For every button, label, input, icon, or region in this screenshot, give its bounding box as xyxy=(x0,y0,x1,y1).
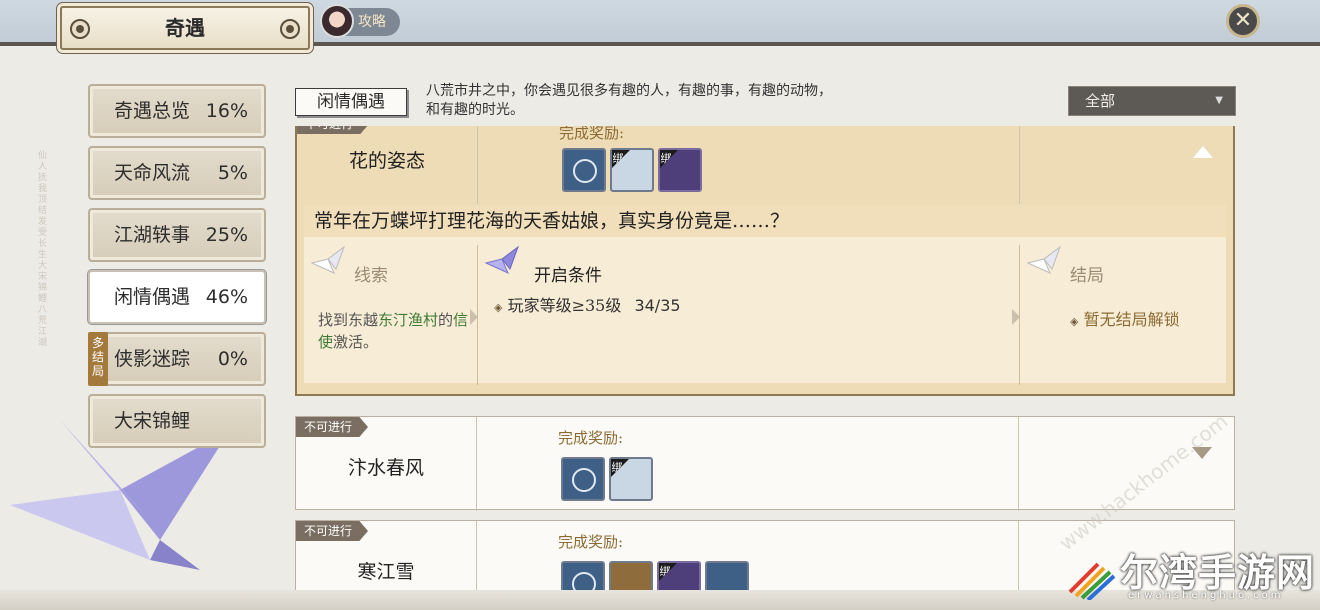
ending-text: 暂无结局解锁 xyxy=(1083,310,1180,329)
avatar xyxy=(320,4,354,38)
bullet-icon: ◈ xyxy=(1070,315,1079,328)
filter-dropdown[interactable]: 全部 ▼ xyxy=(1068,86,1236,116)
encounter-card[interactable]: 不可进行 花的姿态 完成奖励: 绑 绑 常年在万蝶坪打理花海的天香姑娘，真实身份… xyxy=(295,126,1235,396)
sidebar-item-overview[interactable]: 奇遇总览 16% xyxy=(88,84,266,138)
guide-label: 攻略 xyxy=(358,14,386,30)
sidebar-item-label: 大宋锦鲤 xyxy=(114,410,191,432)
bind-badge: 绑 xyxy=(660,150,678,168)
ornament-icon xyxy=(280,19,300,39)
condition-row: ◈ 玩家等级≥35级 34/35 xyxy=(494,295,681,319)
ending-heading: 结局 xyxy=(1070,266,1104,286)
reward-item[interactable] xyxy=(705,561,749,590)
divider xyxy=(476,417,477,511)
clue-part: 激活。 xyxy=(333,333,379,351)
divider xyxy=(1018,417,1019,511)
reward-item[interactable]: 绑 xyxy=(657,561,701,590)
clue-text: 找到东越东汀渔村的信使激活。 xyxy=(318,309,478,353)
encounter-name: 花的姿态 xyxy=(348,150,425,172)
reward-item[interactable] xyxy=(609,561,653,590)
sidebar-item-label: 侠影迷踪 xyxy=(114,348,191,370)
reward-items: 绑 绑 xyxy=(562,148,702,192)
encounter-name: 寒江雪 xyxy=(357,561,415,583)
status-tag: 不可进行 xyxy=(296,417,368,437)
sidebar-item-label: 奇遇总览 xyxy=(114,100,191,122)
clue-part: 找到东越 xyxy=(318,311,379,329)
condition-value: 34/35 xyxy=(634,296,681,315)
category-title: 闲情偶遇 xyxy=(295,88,407,116)
condition-text: 玩家等级≥35级 xyxy=(507,296,622,315)
watermark-logo-icon xyxy=(1068,562,1116,600)
sidebar-item-label: 天命风流 xyxy=(114,162,191,184)
jade-ring-icon xyxy=(573,159,597,183)
ending-row: ◈ 暂无结局解锁 xyxy=(1070,309,1180,333)
triangle-icon xyxy=(1012,309,1020,325)
sidebar-item-pct: 16% xyxy=(205,100,248,122)
sidebar-item-pct: 5% xyxy=(217,162,248,184)
reward-items: 绑 xyxy=(561,561,749,590)
filter-value: 全部 xyxy=(1085,92,1116,110)
watermark-text: 尔湾手游网 xyxy=(1120,550,1316,595)
ornament-icon xyxy=(70,19,90,39)
paper-crane-icon xyxy=(1026,245,1062,274)
chevron-down-icon: ▼ xyxy=(1215,95,1223,106)
close-button[interactable]: ✕ xyxy=(1226,4,1260,38)
bind-badge: 绑 xyxy=(659,563,677,581)
category-description: 八荒市井之中，你会遇见很多有趣的人，有趣的事，有趣的动物， 和有趣的时光。 xyxy=(426,82,946,120)
bind-badge: 绑 xyxy=(611,459,629,477)
divider xyxy=(1019,126,1020,204)
clue-location-link[interactable]: 东汀渔村 xyxy=(378,311,438,329)
status-tag: 不可进行 xyxy=(296,521,368,541)
triangle-icon xyxy=(470,309,478,325)
reward-label: 完成奖励: xyxy=(558,533,624,551)
clue-part: 的 xyxy=(438,311,454,329)
jade-ring-icon xyxy=(572,468,596,492)
encounter-card[interactable]: 不可进行 汴水春风 完成奖励: 绑 xyxy=(295,416,1235,511)
encounter-name: 汴水春风 xyxy=(347,457,424,479)
reward-items: 绑 xyxy=(561,457,653,501)
tab-qiyu[interactable]: 奇遇 xyxy=(60,6,310,50)
close-icon: ✕ xyxy=(1233,8,1253,33)
paper-crane-icon xyxy=(310,245,346,274)
sidebar-item-jianghu[interactable]: 江湖轶事 25% xyxy=(88,208,266,262)
divider xyxy=(476,521,477,590)
reward-item[interactable] xyxy=(561,457,605,501)
watermark: 尔湾手游网 erwanshenghuo.com xyxy=(1064,544,1320,608)
sidebar-item-label: 闲情偶遇 xyxy=(114,286,191,308)
desc-line: 八荒市井之中，你会遇见很多有趣的人，有趣的事，有趣的动物， xyxy=(426,83,832,99)
clue-heading: 线索 xyxy=(354,266,388,286)
tab-title: 奇遇 xyxy=(165,16,205,40)
encounter-detail: 常年在万蝶坪打理花海的天香姑娘，真实身份竟是……？ 线索 找到东越东汀渔村的信使… xyxy=(304,205,1226,385)
reward-label: 完成奖励: xyxy=(558,429,624,447)
sidebar-item-jinli[interactable]: 大宋锦鲤 xyxy=(88,394,266,448)
sidebar-item-label: 江湖轶事 xyxy=(114,224,191,246)
status-tag: 不可进行 xyxy=(297,126,369,134)
reward-item[interactable] xyxy=(561,561,605,590)
reward-item[interactable]: 绑 xyxy=(610,148,654,192)
reward-label: 完成奖励: xyxy=(559,126,625,142)
sidebar-item-xianqing[interactable]: 闲情偶遇 46% xyxy=(88,270,266,324)
sidebar-item-xiaying[interactable]: 侠影迷踪 0% xyxy=(88,332,266,386)
watermark-subtext: erwanshenghuo.com xyxy=(1128,590,1284,601)
multi-ending-badge: 多结局 xyxy=(88,332,108,386)
reward-item[interactable]: 绑 xyxy=(658,148,702,192)
reward-item[interactable] xyxy=(562,148,606,192)
collapse-arrow-icon[interactable] xyxy=(1193,146,1213,158)
sidebar-item-pct: 25% xyxy=(205,224,248,246)
condition-heading: 开启条件 xyxy=(534,266,602,286)
reward-item[interactable]: 绑 xyxy=(609,457,653,501)
divider xyxy=(1018,521,1019,590)
jade-ring-icon xyxy=(572,572,596,590)
guide-button[interactable]: 攻略 xyxy=(320,4,400,38)
sidebar-item-pct: 0% xyxy=(217,348,248,370)
divider xyxy=(477,126,478,204)
desc-line: 和有趣的时光。 xyxy=(426,102,524,118)
bind-badge: 绑 xyxy=(612,150,630,168)
detail-title: 常年在万蝶坪打理花海的天香姑娘，真实身份竟是……？ xyxy=(304,205,1226,237)
bullet-icon: ◈ xyxy=(494,301,503,314)
sidebar-item-pct: 46% xyxy=(205,286,248,308)
sidebar-item-tianming[interactable]: 天命风流 5% xyxy=(88,146,266,200)
paper-crane-icon xyxy=(484,245,520,274)
